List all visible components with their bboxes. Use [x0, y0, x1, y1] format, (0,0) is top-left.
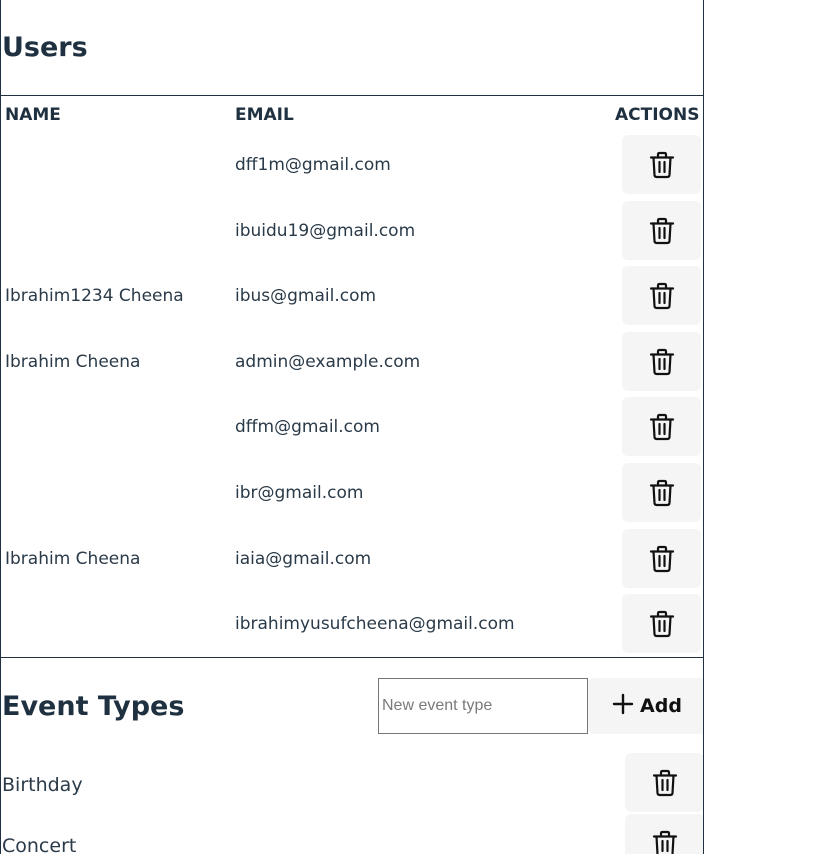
- user-name-cell: Ibrahim1234 Cheena: [5, 286, 184, 306]
- table-row: Ibrahim Cheena iaia@gmail.com: [1, 527, 703, 592]
- user-email-cell: ibuidu19@gmail.com: [235, 221, 416, 241]
- delete-event-type-button[interactable]: [625, 753, 703, 812]
- table-row: Ibrahim Cheena admin@example.com: [1, 330, 703, 395]
- delete-user-button[interactable]: [622, 397, 701, 456]
- trash-icon: [649, 545, 675, 573]
- trash-icon: [649, 610, 675, 638]
- delete-user-button[interactable]: [622, 135, 701, 194]
- event-type-name: Birthday: [2, 774, 83, 796]
- list-item: Concert: [1, 813, 703, 854]
- delete-user-button[interactable]: [622, 529, 701, 588]
- admin-panel: Users NAME EMAIL ACTIONS dff1m@gmail.com…: [0, 0, 704, 854]
- table-row: ibr@gmail.com: [1, 461, 703, 526]
- user-email-cell: iaia@gmail.com: [235, 549, 372, 569]
- user-email-cell: ibus@gmail.com: [235, 286, 377, 306]
- user-email-cell: admin@example.com: [235, 352, 421, 372]
- delete-user-button[interactable]: [622, 266, 701, 325]
- column-header-actions: ACTIONS: [615, 105, 700, 125]
- user-name-cell: Ibrahim Cheena: [5, 549, 141, 569]
- user-email-cell: ibr@gmail.com: [235, 483, 364, 503]
- add-event-type-button[interactable]: Add: [588, 678, 703, 734]
- new-event-type-input[interactable]: [378, 678, 588, 734]
- trash-icon: [649, 151, 675, 179]
- user-email-cell: ibrahimyusufcheena@gmail.com: [235, 614, 515, 634]
- table-row: dff1m@gmail.com: [1, 133, 703, 198]
- table-row: ibuidu19@gmail.com: [1, 199, 703, 264]
- column-header-name: NAME: [5, 105, 61, 125]
- user-email-cell: dffm@gmail.com: [235, 417, 380, 437]
- trash-icon: [649, 348, 675, 376]
- user-name-cell: Ibrahim Cheena: [5, 352, 141, 372]
- users-section-title: Users: [2, 32, 88, 63]
- list-item: Birthday: [1, 752, 703, 817]
- trash-icon: [649, 413, 675, 441]
- trash-icon: [652, 830, 678, 854]
- delete-user-button[interactable]: [622, 332, 701, 391]
- event-type-name: Concert: [2, 835, 77, 854]
- trash-icon: [649, 217, 675, 245]
- users-header-divider: [1, 95, 703, 96]
- delete-user-button[interactable]: [622, 594, 701, 653]
- add-button-label: Add: [640, 695, 682, 717]
- delete-event-type-button[interactable]: [625, 814, 703, 854]
- trash-icon: [649, 479, 675, 507]
- user-email-cell: dff1m@gmail.com: [235, 155, 391, 175]
- users-section-divider: [1, 657, 703, 658]
- delete-user-button[interactable]: [622, 463, 701, 522]
- table-row: ibrahimyusufcheena@gmail.com: [1, 592, 703, 657]
- plus-icon: [612, 693, 634, 720]
- delete-user-button[interactable]: [622, 201, 701, 260]
- trash-icon: [652, 769, 678, 797]
- trash-icon: [649, 282, 675, 310]
- event-types-section-title: Event Types: [2, 691, 185, 722]
- table-row: Ibrahim1234 Cheena ibus@gmail.com: [1, 264, 703, 329]
- table-row: dffm@gmail.com: [1, 395, 703, 460]
- column-header-email: EMAIL: [235, 105, 294, 125]
